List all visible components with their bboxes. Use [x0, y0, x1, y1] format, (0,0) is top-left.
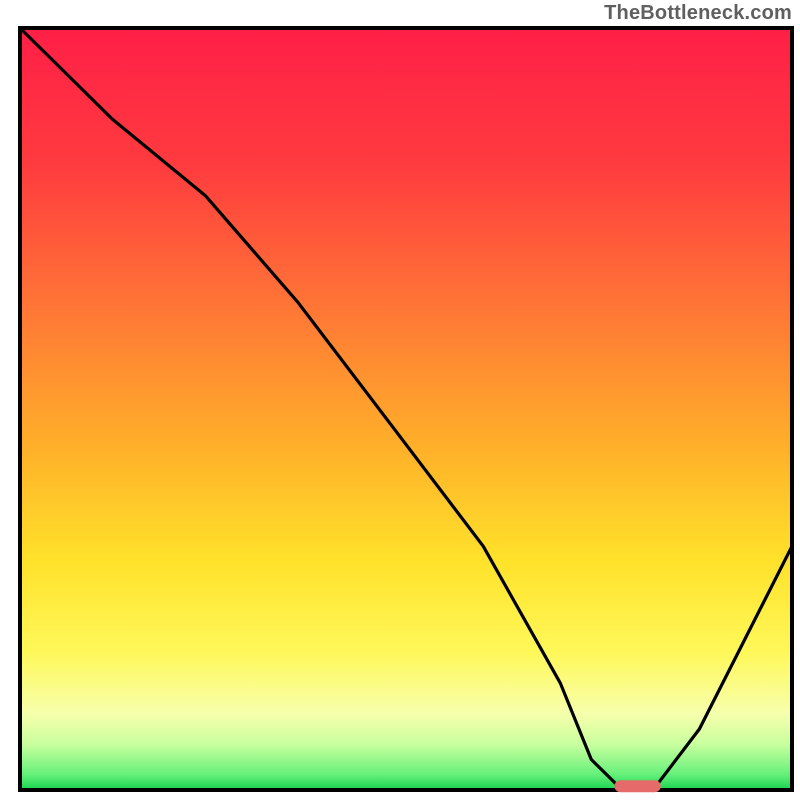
watermark-label: TheBottleneck.com [604, 2, 792, 25]
chart-stage: TheBottleneck.com [0, 0, 800, 800]
gradient-background [20, 28, 792, 790]
bottleneck-chart [0, 0, 800, 800]
optimal-range-marker [614, 780, 660, 792]
